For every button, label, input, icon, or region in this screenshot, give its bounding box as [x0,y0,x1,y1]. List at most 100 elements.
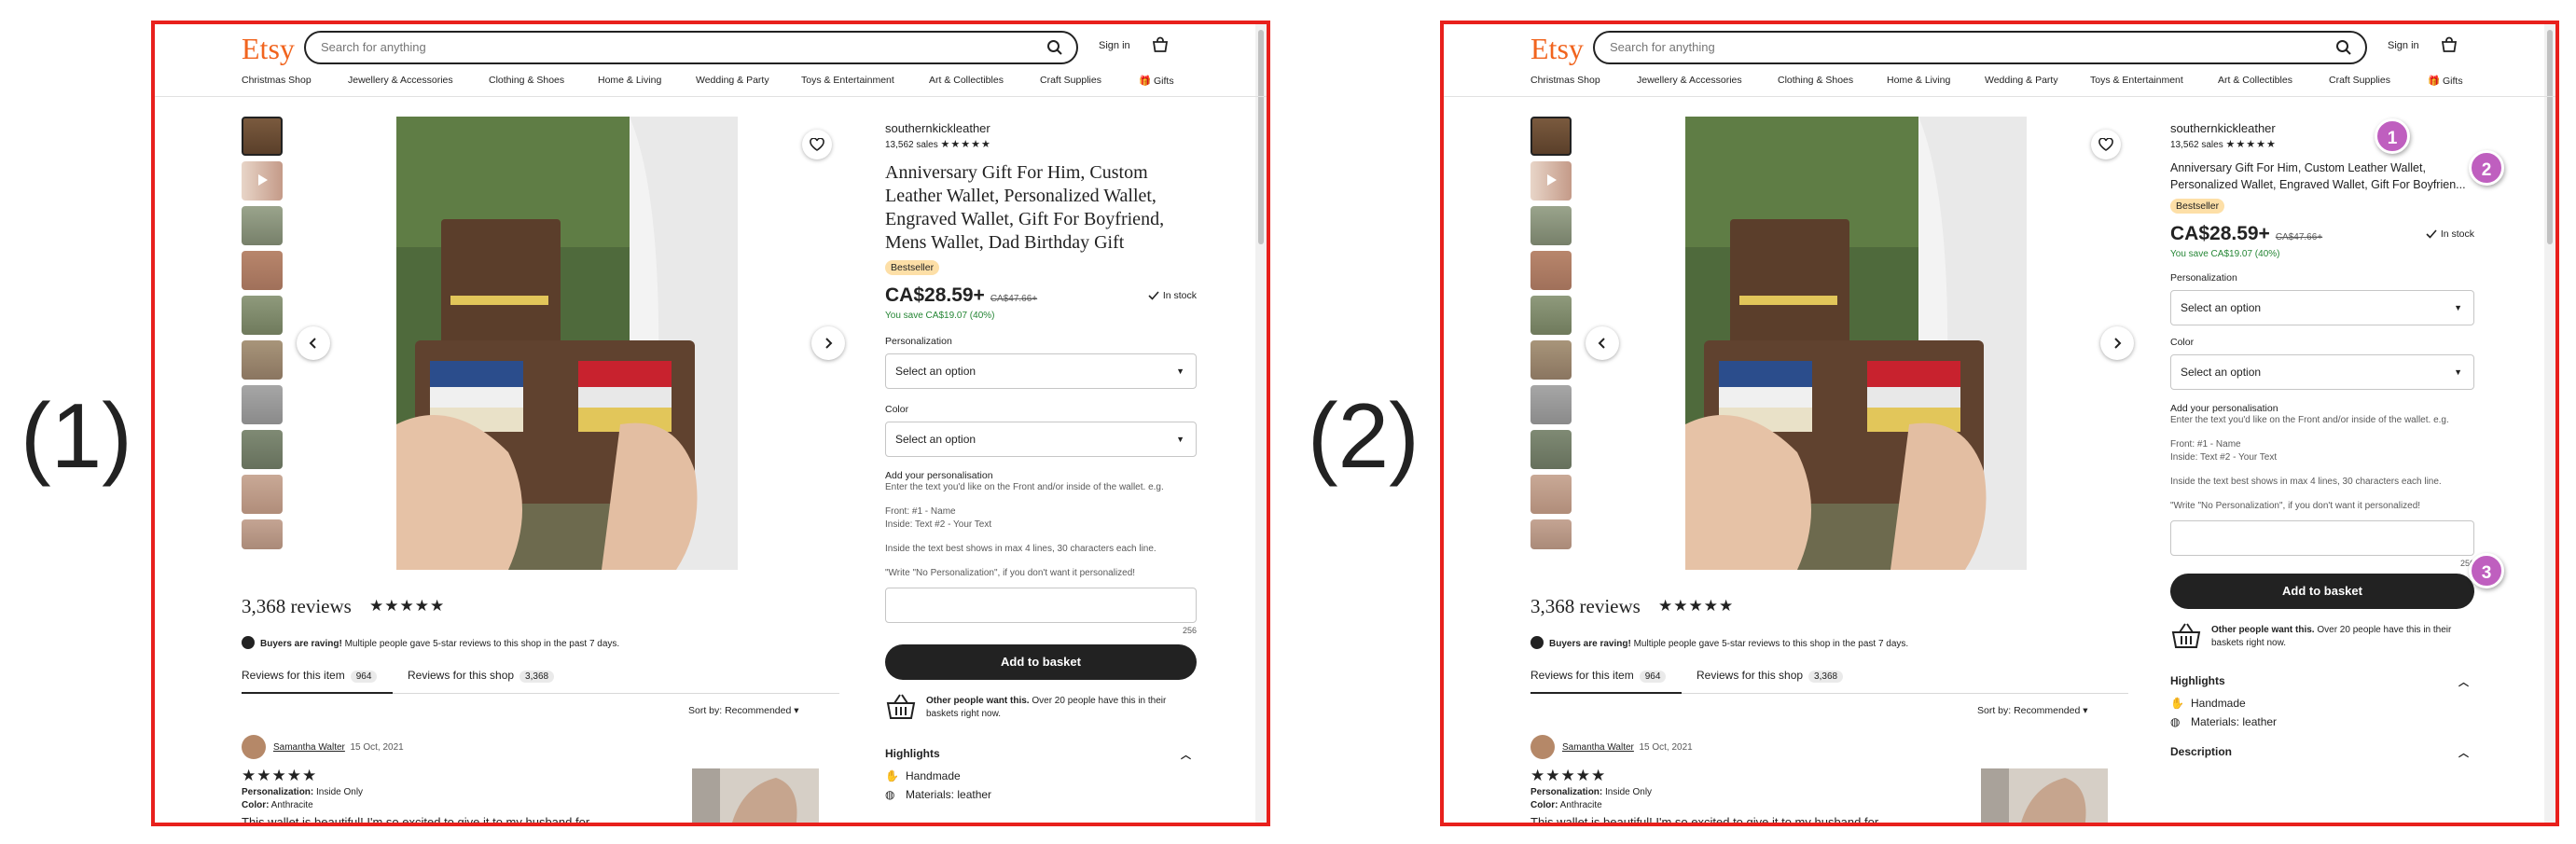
next-image-button[interactable] [811,326,845,360]
next-image-button[interactable] [2100,326,2134,360]
scrollbar-thumb[interactable] [2547,30,2553,244]
search-input[interactable]: Search for anything [1593,31,2367,64]
search-icon[interactable] [1046,39,1063,56]
tab-reviews-shop[interactable]: Reviews for this shop 3,368 [1697,669,1844,683]
thumbnail[interactable] [1530,251,1572,290]
nav-craft[interactable]: Craft Supplies [2329,75,2390,86]
chevron-up-icon: ︿ [2458,748,2469,759]
thumbnail[interactable] [242,296,283,335]
etsy-logo[interactable]: Etsy [242,32,295,66]
nav-toys[interactable]: Toys & Entertainment [801,75,894,86]
sign-in-link[interactable]: Sign in [2388,40,2419,51]
hand-icon: ✋ [2170,697,2184,710]
nav-christmas-shop[interactable]: Christmas Shop [242,75,312,86]
thumbnail[interactable] [242,430,283,469]
thumbnail[interactable] [1530,206,1572,245]
reviewer-avatar[interactable] [242,735,266,759]
video-thumbnail[interactable] [1530,161,1572,201]
nav-clothing[interactable]: Clothing & Shoes [1778,75,1853,86]
thumbnail[interactable] [242,519,283,549]
nav-gifts[interactable]: 🎁 Gifts [1139,75,1174,87]
screenshot-panel-2: Etsy Search for anything Sign in Christm… [1440,21,2559,826]
thumbnail[interactable] [242,475,283,514]
nav-toys[interactable]: Toys & Entertainment [2090,75,2183,86]
personalization-select[interactable]: Select an option ▼ [885,353,1197,389]
review-photo[interactable] [692,768,819,823]
buy-box: southernkickleather 13,562 sales ★★★★★ A… [885,121,1197,801]
tab-reviews-shop[interactable]: Reviews for this shop 3,368 [408,669,555,683]
search-input[interactable]: Search for anything [304,31,1078,64]
add-to-basket-button[interactable]: Add to basket [2170,574,2474,609]
nav-jewellery[interactable]: Jewellery & Accessories [1637,75,1742,86]
reviewer-name[interactable]: Samantha Walter [273,742,345,753]
reviewer-avatar[interactable] [1530,735,1555,759]
panel-label: (1) [21,384,132,487]
reviewer-name[interactable]: Samantha Walter [1562,742,1634,753]
product-image[interactable] [396,117,738,570]
product-image[interactable] [1685,117,2027,570]
favorite-button[interactable] [2091,130,2121,159]
personalisation-textarea[interactable] [2170,520,2474,556]
thumbnail[interactable] [1530,385,1572,424]
review-color: Color: Anthracite [1530,800,1602,810]
personalization-select[interactable]: Select an option ▼ [2170,290,2474,325]
thumbnail[interactable] [1530,340,1572,380]
thumbnail[interactable] [1530,296,1572,335]
cart-icon[interactable] [1151,36,1170,55]
play-icon [258,174,268,186]
thumbnail[interactable] [1530,475,1572,514]
nav-art[interactable]: Art & Collectibles [929,75,1004,86]
thumbnail[interactable] [242,251,283,290]
sort-dropdown[interactable]: Sort by: Recommended ▾ [688,705,799,716]
nav-craft[interactable]: Craft Supplies [1040,75,1101,86]
wallet-photo [1685,117,2027,570]
shop-name[interactable]: southernkickleather [885,121,1197,135]
highlights-header[interactable]: Highlights ︿ [2170,674,2474,688]
nav-gifts[interactable]: 🎁 Gifts [2428,75,2463,87]
buyers-raving: Buyers are raving! Multiple people gave … [242,636,619,649]
etsy-logo[interactable]: Etsy [1530,32,1584,66]
personalisation-textarea[interactable] [885,588,1197,623]
materials-icon: ◍ [885,788,895,801]
video-thumbnail[interactable] [242,161,283,201]
search-icon[interactable] [2335,39,2352,56]
example-inside: Inside: Text #2 - Your Text [2170,452,2278,463]
chevron-left-icon [1598,338,1605,349]
thumbnail[interactable] [242,385,283,424]
scrollbar[interactable] [2544,24,2555,823]
thumbnail[interactable] [242,206,283,245]
review-photo[interactable] [1981,768,2108,823]
highlights-header[interactable]: Highlights ︿ [885,747,1197,761]
reviews-stars: ★★★★★ [369,597,446,615]
sign-in-link[interactable]: Sign in [1099,40,1130,51]
tab-reviews-item[interactable]: Reviews for this item 964 [242,669,378,683]
shop-name[interactable]: southernkickleather [2170,121,2474,135]
prev-image-button[interactable] [1586,326,1619,360]
thumbnail[interactable] [242,340,283,380]
nav-clothing[interactable]: Clothing & Shoes [489,75,564,86]
thumbnail[interactable] [1530,430,1572,469]
highlights-label: Highlights [2170,674,2225,687]
sort-dropdown[interactable]: Sort by: Recommended ▾ [1977,705,2088,716]
description-header[interactable]: Description ︿ [2170,745,2474,759]
thumbnail[interactable] [242,117,283,156]
color-select[interactable]: Select an option ▼ [2170,354,2474,390]
nav-jewellery[interactable]: Jewellery & Accessories [348,75,453,86]
nav-home-living[interactable]: Home & Living [1887,75,1950,86]
nav-wedding[interactable]: Wedding & Party [696,75,769,86]
nav-wedding[interactable]: Wedding & Party [1985,75,2058,86]
add-to-basket-button[interactable]: Add to basket [885,644,1197,680]
scrollbar-thumb[interactable] [1258,30,1264,244]
favorite-button[interactable] [802,130,832,159]
thumbnail[interactable] [1530,519,1572,549]
prev-image-button[interactable] [297,326,330,360]
tab-reviews-item[interactable]: Reviews for this item 964 [1530,669,1667,683]
nav-home-living[interactable]: Home & Living [598,75,661,86]
thumbnail[interactable] [1530,117,1572,156]
check-icon [1148,291,1159,300]
cart-icon[interactable] [2440,36,2458,55]
color-select[interactable]: Select an option ▼ [885,422,1197,457]
scrollbar[interactable] [1255,24,1267,823]
nav-art[interactable]: Art & Collectibles [2218,75,2292,86]
nav-christmas-shop[interactable]: Christmas Shop [1530,75,1600,86]
